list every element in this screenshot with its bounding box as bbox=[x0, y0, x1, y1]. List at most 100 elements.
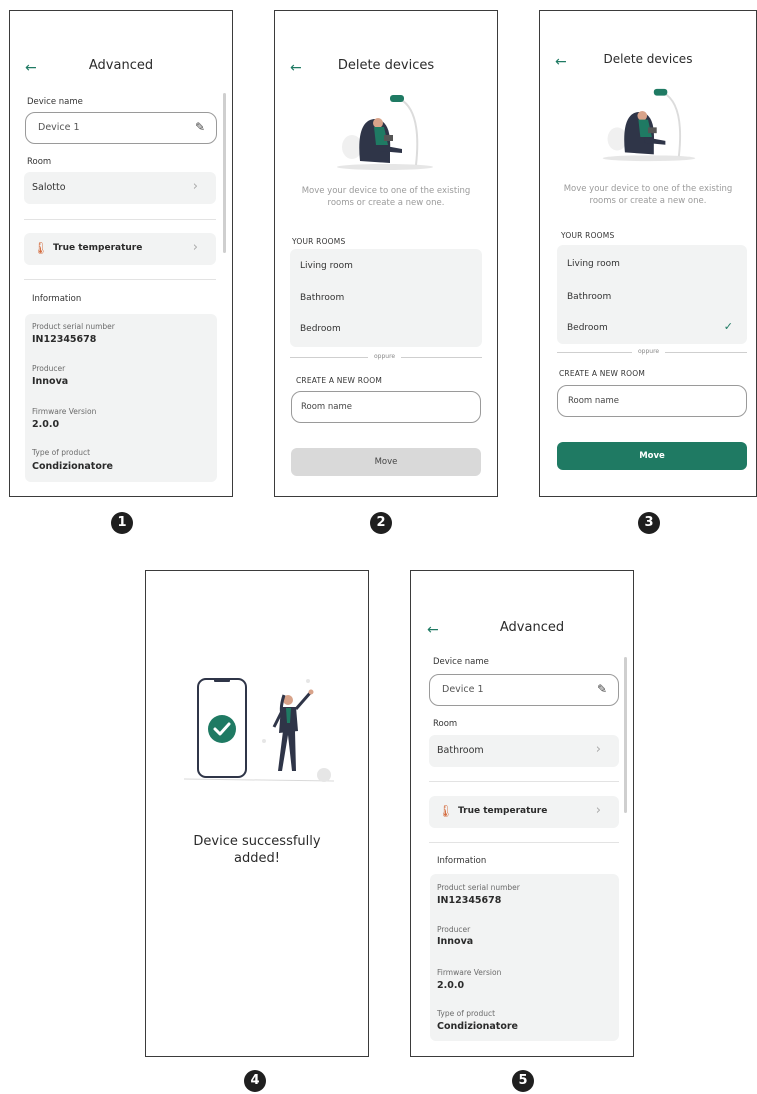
producer-label: Producer bbox=[32, 364, 66, 373]
or-label: oppure bbox=[632, 348, 666, 355]
divider bbox=[24, 219, 216, 220]
scrollbar[interactable] bbox=[624, 657, 627, 813]
or-label: oppure bbox=[368, 353, 402, 360]
thermometer-icon: 🌡 bbox=[33, 241, 49, 255]
true-temperature-label: True temperature bbox=[458, 806, 548, 816]
person-in-chair-illustration bbox=[337, 95, 433, 170]
true-temperature-row[interactable]: 🌡 True temperature › bbox=[429, 796, 619, 828]
room-selector[interactable]: Salotto › bbox=[24, 172, 216, 204]
step-badge: 1 bbox=[111, 512, 133, 534]
true-temperature-label: True temperature bbox=[53, 243, 143, 253]
chevron-right-icon: › bbox=[192, 240, 198, 255]
device-name-label: Device name bbox=[27, 97, 83, 107]
success-message-line: added! bbox=[234, 851, 280, 866]
device-name-field[interactable]: Device 1 ✎ bbox=[25, 112, 217, 144]
type-label: Type of product bbox=[437, 1009, 496, 1018]
create-room-caption: CREATE A NEW ROOM bbox=[559, 369, 645, 378]
room-name-input[interactable]: Room name bbox=[291, 391, 481, 423]
step-badge: 3 bbox=[638, 512, 660, 534]
information-label: Information bbox=[437, 856, 487, 866]
move-button-disabled[interactable]: Move bbox=[291, 448, 481, 476]
room-value: Bathroom bbox=[437, 745, 484, 756]
room-selector[interactable]: Bathroom › bbox=[429, 735, 619, 767]
pencil-icon[interactable]: ✎ bbox=[195, 120, 205, 134]
page-title: Delete devices bbox=[603, 52, 693, 66]
screen-delete-devices-2: ← Delete devices Move your device to one… bbox=[274, 10, 498, 497]
success-message-line: Device successfully bbox=[193, 834, 321, 849]
room-value: Salotto bbox=[32, 182, 66, 193]
description-line: rooms or create a new one. bbox=[327, 198, 445, 208]
firmware-label: Firmware Version bbox=[437, 968, 502, 977]
device-name-value: Device 1 bbox=[442, 684, 484, 695]
chevron-right-icon: › bbox=[595, 803, 601, 818]
information-card: Product serial number IN12345678 Produce… bbox=[430, 874, 619, 1041]
move-button[interactable]: Move bbox=[557, 442, 747, 470]
step-badge: 4 bbox=[244, 1070, 266, 1092]
type-value: Condizionatore bbox=[32, 461, 114, 472]
room-name-placeholder: Room name bbox=[568, 396, 620, 406]
information-card: Product serial number IN12345678 Produce… bbox=[25, 314, 217, 482]
true-temperature-row[interactable]: 🌡 True temperature › bbox=[24, 233, 216, 265]
page-title: Advanced bbox=[88, 58, 154, 73]
room-label: Room bbox=[27, 157, 52, 167]
producer-value: Innova bbox=[437, 936, 474, 947]
screen-advanced-1: ← Advanced Device name Device 1 ✎ Room S… bbox=[9, 10, 233, 497]
your-rooms-caption: YOUR ROOMS bbox=[292, 237, 346, 246]
check-icon: ✓ bbox=[723, 320, 733, 333]
room-option-living-room[interactable]: Living room bbox=[567, 259, 620, 269]
header: ← Delete devices bbox=[540, 51, 756, 75]
description-line: Move your device to one of the existing bbox=[301, 186, 471, 196]
description-line: rooms or create a new one. bbox=[589, 196, 707, 206]
screen-delete-devices-3: ← Delete devices Move your device to one… bbox=[539, 10, 757, 497]
description-line: Move your device to one of the existing bbox=[563, 184, 733, 194]
chevron-right-icon: › bbox=[595, 742, 601, 757]
serial-label: Product serial number bbox=[32, 322, 115, 331]
create-room-caption: CREATE A NEW ROOM bbox=[296, 376, 382, 385]
device-name-value: Device 1 bbox=[38, 122, 80, 133]
room-label: Room bbox=[433, 719, 458, 729]
step-badge: 5 bbox=[512, 1070, 534, 1092]
device-name-label: Device name bbox=[433, 657, 489, 667]
room-option-living-room[interactable]: Living room bbox=[300, 261, 353, 271]
serial-value: IN12345678 bbox=[437, 895, 502, 906]
producer-label: Producer bbox=[437, 925, 471, 934]
success-message: Device successfully added! bbox=[146, 833, 368, 867]
divider bbox=[429, 842, 619, 843]
room-option-bathroom[interactable]: Bathroom bbox=[567, 292, 611, 302]
serial-value: IN12345678 bbox=[32, 334, 97, 345]
header: ← Advanced bbox=[10, 57, 232, 81]
description: Move your device to one of the existing … bbox=[540, 183, 756, 207]
step-badge: 2 bbox=[370, 512, 392, 534]
firmware-value: 2.0.0 bbox=[437, 980, 465, 991]
room-option-bedroom[interactable]: Bedroom bbox=[300, 324, 341, 334]
information-label: Information bbox=[32, 294, 82, 304]
success-illustration bbox=[184, 678, 335, 782]
room-name-placeholder: Room name bbox=[301, 402, 353, 412]
chevron-right-icon: › bbox=[192, 179, 198, 194]
divider bbox=[429, 781, 619, 782]
device-name-field[interactable]: Device 1 ✎ bbox=[429, 674, 619, 706]
divider bbox=[24, 279, 216, 280]
producer-value: Innova bbox=[32, 376, 69, 387]
type-label: Type of product bbox=[32, 448, 91, 457]
pencil-icon[interactable]: ✎ bbox=[597, 682, 607, 696]
page-title: Delete devices bbox=[337, 58, 435, 73]
header: ← Delete devices bbox=[275, 57, 497, 81]
room-option-bathroom[interactable]: Bathroom bbox=[300, 293, 344, 303]
thermometer-icon: 🌡 bbox=[438, 804, 454, 818]
your-rooms-caption: YOUR ROOMS bbox=[561, 231, 615, 240]
page-title: Advanced bbox=[499, 620, 565, 635]
serial-label: Product serial number bbox=[437, 883, 520, 892]
firmware-value: 2.0.0 bbox=[32, 419, 60, 430]
room-name-input[interactable]: Room name bbox=[557, 385, 747, 417]
screen-advanced-5: ← Advanced Device name Device 1 ✎ Room B… bbox=[410, 570, 634, 1057]
type-value: Condizionatore bbox=[437, 1021, 519, 1032]
screen-success-4: Device successfully added! bbox=[145, 570, 369, 1057]
scrollbar[interactable] bbox=[223, 93, 226, 253]
person-in-chair-illustration bbox=[602, 88, 696, 162]
firmware-label: Firmware Version bbox=[32, 407, 97, 416]
rooms-list: Living room Bathroom Bedroom bbox=[290, 249, 482, 347]
description: Move your device to one of the existing … bbox=[275, 185, 497, 209]
rooms-list: Living room Bathroom Bedroom ✓ bbox=[557, 245, 747, 344]
room-option-bedroom-selected[interactable]: Bedroom bbox=[567, 323, 608, 333]
